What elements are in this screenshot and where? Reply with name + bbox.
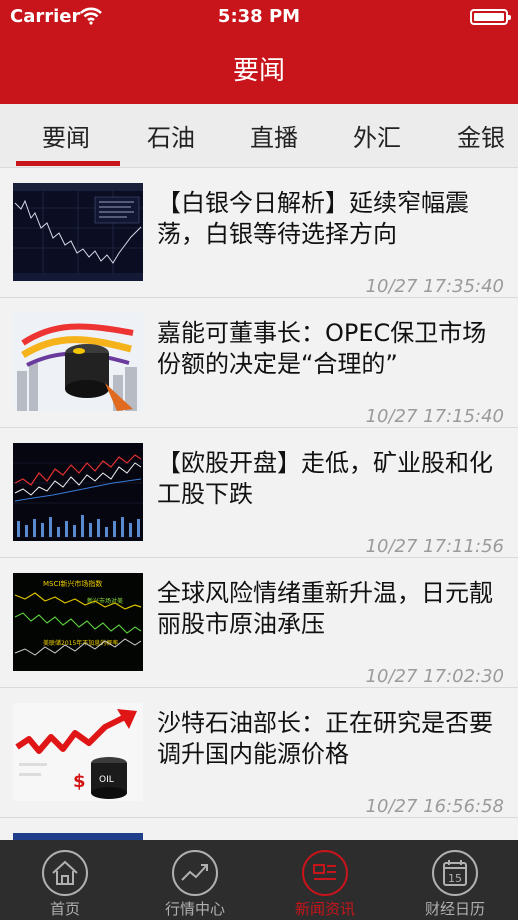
news-thumbnail xyxy=(13,183,143,281)
tabbar-label: 首页 xyxy=(49,900,80,918)
stock-chart-thumbnail xyxy=(13,183,143,281)
tabbar-item-market[interactable]: 行情中心 xyxy=(130,840,260,920)
market-chart-thumbnail: MSCI新兴市场指数 新兴市场对美 美联储2015年不加息的概率 xyxy=(13,573,143,671)
news-timestamp: 10/27 16:56:58 xyxy=(365,796,504,817)
nav-header: Carrier 5:38 PM 要闻 xyxy=(0,0,518,104)
tabbar-item-calendar[interactable]: 15 财经日历 xyxy=(390,840,518,920)
tabbar-label: 行情中心 xyxy=(164,900,225,918)
news-thumbnail: MSCI新兴市场指数 新兴市场对美 美联储2015年不加息的概率 xyxy=(13,573,143,671)
news-timestamp: 10/27 17:35:40 xyxy=(365,276,504,297)
thumbnail-chart-legend: 新兴市场对美 xyxy=(87,597,123,605)
news-headline: 全球风险情绪重新升温，日元靓丽股市原油承压 xyxy=(157,579,493,638)
category-tabs: 要闻 石油 直播 外汇 金银 xyxy=(0,104,518,168)
news-thumbnail xyxy=(13,443,143,541)
news-item[interactable]: 嘉能可董事长：OPEC保卫市场份额的决定是“合理的” 10/27 17:15:4… xyxy=(0,298,518,428)
status-bar: Carrier 5:38 PM xyxy=(0,0,518,34)
news-headline: 【白银今日解析】延续窄幅震荡，白银等待选择方向 xyxy=(157,189,469,248)
calendar-icon: 15 xyxy=(432,850,478,896)
tabbar-label: 财经日历 xyxy=(424,900,485,918)
active-tab-indicator xyxy=(16,161,120,166)
tab-oil[interactable]: 石油 xyxy=(147,118,195,153)
dollar-sign-icon: $ xyxy=(73,771,86,792)
app-screen: Carrier 5:38 PM 要闻 要闻 石油 直播 外汇 金银 【白银今日解… xyxy=(0,0,518,920)
page-title: 要闻 xyxy=(232,56,285,86)
news-icon xyxy=(302,850,348,896)
news-timestamp: 10/27 17:02:30 xyxy=(365,666,504,687)
tab-headlines[interactable]: 要闻 xyxy=(42,118,90,153)
market-chart-icon xyxy=(172,850,218,896)
tabbar-label: 新闻资讯 xyxy=(294,900,355,918)
calendar-day-label: 15 xyxy=(448,872,462,885)
thumbnail-chart-title: MSCI新兴市场指数 xyxy=(43,579,102,588)
oil-barrel-label: OIL xyxy=(99,775,114,785)
tab-forex[interactable]: 外汇 xyxy=(353,118,401,153)
battery-icon xyxy=(470,9,511,25)
news-item[interactable]: $ OIL 沙特石油部长：正在研究是否要调升国内能源价格 10/27 16:56… xyxy=(0,688,518,818)
bottom-tab-bar: 首页 行情中心 新闻资讯 15 财经日历 xyxy=(0,840,518,920)
oil-barrel-thumbnail xyxy=(13,313,143,411)
tab-live[interactable]: 直播 xyxy=(250,118,298,153)
news-headline: 沙特石油部长：正在研究是否要调升国内能源价格 xyxy=(157,709,493,768)
thumbnail-chart-note: 美联储2015年不加息的概率 xyxy=(43,639,118,647)
news-timestamp: 10/27 17:11:56 xyxy=(365,536,504,557)
clock-label: 5:38 PM xyxy=(217,6,301,27)
news-headline: 【欧股开盘】走低，矿业股和化工股下跌 xyxy=(157,449,493,508)
tabbar-item-news[interactable]: 新闻资讯 xyxy=(260,840,390,920)
tab-gold-silver[interactable]: 金银 xyxy=(457,118,505,153)
tabbar-item-home[interactable]: 首页 xyxy=(0,840,130,920)
news-thumbnail xyxy=(13,313,143,411)
news-thumbnail: $ OIL xyxy=(13,703,143,801)
news-headline: 嘉能可董事长：OPEC保卫市场份额的决定是“合理的” xyxy=(157,319,487,378)
news-timestamp: 10/27 17:15:40 xyxy=(365,406,504,427)
home-icon xyxy=(42,850,88,896)
news-item[interactable]: MSCI新兴市场指数 新兴市场对美 美联储2015年不加息的概率 全球风险情绪重… xyxy=(0,558,518,688)
stock-chart-thumbnail xyxy=(13,443,143,541)
oil-price-thumbnail: $ OIL xyxy=(13,703,143,801)
news-item[interactable]: 【白银今日解析】延续窄幅震荡，白银等待选择方向 10/27 17:35:40 xyxy=(0,168,518,298)
news-item[interactable]: 【欧股开盘】走低，矿业股和化工股下跌 10/27 17:11:56 xyxy=(0,428,518,558)
